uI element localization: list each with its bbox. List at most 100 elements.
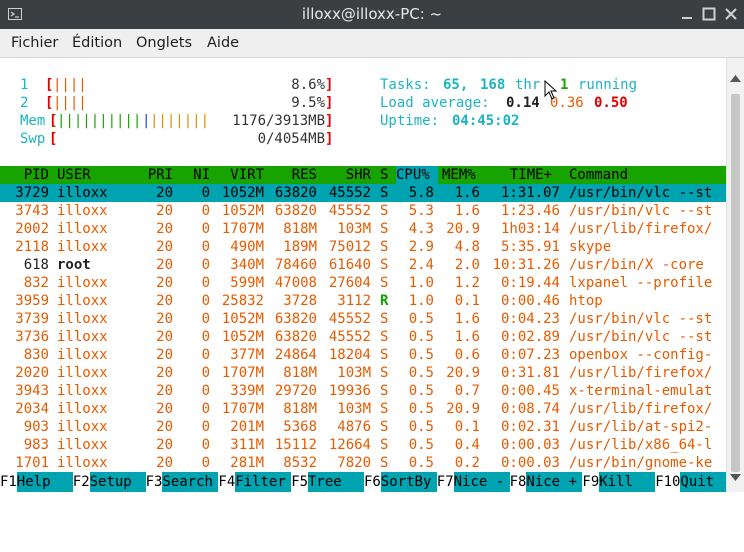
table-row[interactable]: 2034 illoxx 20 0 1707M 818M 103M S 0.5 20.9 0:08.7… xyxy=(0,400,726,418)
menu-fichier[interactable]: Fichier xyxy=(11,29,58,57)
fkey-f7[interactable]: F7 xyxy=(437,472,454,492)
fkey-f1[interactable]: F1 xyxy=(0,472,17,492)
load-label: Load average: xyxy=(380,95,490,111)
cell-res: 63820 xyxy=(274,311,317,327)
cell-cmd: /usr/lib/firefox/ xyxy=(569,401,713,417)
cell-pid: 903 xyxy=(23,419,49,435)
scrollbar-thumb[interactable] xyxy=(731,94,740,472)
cell-mem: 0.1 xyxy=(454,293,480,309)
table-row[interactable]: 1701 illoxx 20 0 281M 8532 7820 S 0.5 0.2 0:00.03 /… xyxy=(0,454,726,472)
cell-cmd: lxpanel --profile xyxy=(569,275,713,291)
col-pri[interactable]: PRI xyxy=(148,166,173,184)
cell-res: 63820 xyxy=(274,203,317,219)
scroll-up-arrow-icon[interactable] xyxy=(730,74,741,82)
fkey-f3-label[interactable]: Search xyxy=(162,472,219,492)
table-row[interactable]: 3743 illoxx 20 0 1052M 63820 45552 S 5.3 1.6 1:23.… xyxy=(0,202,726,220)
col-user[interactable]: USER xyxy=(57,166,91,184)
cell-user: root xyxy=(57,257,91,273)
terminal-area[interactable]: 1 [ |||| 8.6% ] 2 [ |||| 9.5% ] Mem [ ||… xyxy=(0,58,731,492)
cell-res: 15112 xyxy=(274,437,317,453)
table-row[interactable]: 830 illoxx 20 0 377M 24864 18204 S 0.5 0.6 0:07.23… xyxy=(0,346,726,364)
cell-mem: 0.7 xyxy=(454,383,480,399)
minimize-icon[interactable] xyxy=(680,7,694,21)
col-command[interactable]: Command xyxy=(569,166,628,184)
fkey-f7-label[interactable]: Nice - xyxy=(453,472,510,492)
fkey-f10-label[interactable]: Quit xyxy=(680,472,731,492)
table-row[interactable]: 903 illoxx 20 0 201M 5368 4876 S 0.5 0.1 0:02.31/u… xyxy=(0,418,726,436)
table-row[interactable]: 3729 illoxx 20 0 1052M 63820 45552 S 5.8 1.6 1:31.… xyxy=(0,184,726,202)
col-virt[interactable]: VIRT xyxy=(230,166,264,184)
cell-res: 24864 xyxy=(274,347,317,363)
col-pid[interactable]: PID xyxy=(24,166,49,184)
col-time[interactable]: TIME+ xyxy=(510,166,552,184)
cell-user: illoxx xyxy=(57,221,108,237)
cell-s: S xyxy=(380,401,389,417)
running-label: running xyxy=(578,77,638,93)
cell-cpu: 1.0 xyxy=(408,275,434,291)
fkey-f9[interactable]: F9 xyxy=(582,472,599,492)
fkey-f1-label[interactable]: Help xyxy=(16,472,73,492)
col-mem[interactable]: MEM% xyxy=(442,166,476,184)
table-row[interactable]: 983 illoxx 20 0 311M 15112 12664 S 0.5 0.4 0:00.03… xyxy=(0,436,726,454)
fkey-f6-label[interactable]: SortBy xyxy=(380,472,437,492)
cell-s: S xyxy=(380,257,389,273)
fkey-f8-label[interactable]: Nice + xyxy=(526,472,583,492)
col-res[interactable]: RES xyxy=(292,166,317,184)
cell-cpu: 0.5 xyxy=(408,455,434,471)
cell-time: 1:31.07 xyxy=(500,185,560,201)
fkey-f9-label[interactable]: Kill xyxy=(599,472,656,492)
cell-time: 0:04.23 xyxy=(500,311,560,327)
cell-cpu: 0.5 xyxy=(408,311,434,327)
table-row[interactable]: 832 illoxx 20 0 599M 47008 27604 S 1.0 1.2 0:19.44… xyxy=(0,274,726,292)
cell-virt: 599M xyxy=(230,275,264,291)
cell-virt: 1052M xyxy=(221,329,264,345)
cell-res: 189M xyxy=(283,239,317,255)
maximize-icon[interactable] xyxy=(702,7,716,21)
cell-virt: 311M xyxy=(230,437,264,453)
col-cpu-sorted[interactable]: CPU% xyxy=(396,166,438,184)
fkey-f5-label[interactable]: Tree xyxy=(308,472,364,492)
table-row[interactable]: 2020 illoxx 20 0 1707M 818M 103M S 0.5 20.9 0:31.8… xyxy=(0,364,726,382)
cell-s: S xyxy=(380,203,389,219)
fkey-f3[interactable]: F3 xyxy=(146,472,163,492)
vertical-scrollbar[interactable] xyxy=(726,58,744,492)
col-ni[interactable]: NI xyxy=(193,166,210,184)
cell-pid: 2020 xyxy=(15,365,49,381)
fkey-f4[interactable]: F4 xyxy=(218,472,235,492)
fkey-f5[interactable]: F5 xyxy=(291,472,308,492)
cell-user: illoxx xyxy=(57,311,108,327)
cell-pid: 983 xyxy=(23,437,49,453)
table-row[interactable]: 3736 illoxx 20 0 1052M 63820 45552 S 0.5 1.6 0:02.… xyxy=(0,328,726,346)
table-row[interactable]: 3739 illoxx 20 0 1052M 63820 45552 S 0.5 1.6 0:04.… xyxy=(0,310,726,328)
col-shr[interactable]: SHR xyxy=(346,166,371,184)
cell-user: illoxx xyxy=(57,383,108,399)
cell-shr: 12664 xyxy=(328,437,371,453)
scroll-down-arrow-icon[interactable] xyxy=(730,474,741,482)
menu-edition[interactable]: Édition xyxy=(72,29,122,57)
cell-user: illoxx xyxy=(57,401,108,417)
cell-virt: 1707M xyxy=(221,221,264,237)
cell-mem: 1.6 xyxy=(454,203,480,219)
table-row[interactable]: 3959 illoxx 20 0 25832 3728 3112 R 1.0 0.1 0:00.46… xyxy=(0,292,726,310)
menu-onglets[interactable]: Onglets xyxy=(136,29,192,57)
fkey-f4-label[interactable]: Filter xyxy=(235,472,292,492)
cell-virt: 377M xyxy=(230,347,264,363)
cell-pri: 20 xyxy=(156,437,173,453)
cell-shr: 61640 xyxy=(328,257,371,273)
table-row[interactable]: 2118 illoxx 20 0 490M 189M 75012 S 2.9 4.8 5:35.91… xyxy=(0,238,726,256)
fkey-f10[interactable]: F10 xyxy=(655,472,680,492)
cell-res: 63820 xyxy=(274,329,317,345)
table-row[interactable]: 618 root 20 0 340M 78460 61640 S 2.4 2.0 10:31.26 /… xyxy=(0,256,726,274)
menu-aide[interactable]: Aide xyxy=(207,29,239,57)
fkey-f2[interactable]: F2 xyxy=(73,472,90,492)
table-row[interactable]: 3943 illoxx 20 0 339M 29720 19936 S 0.5 0.7 0:00.4… xyxy=(0,382,726,400)
fkey-f8[interactable]: F8 xyxy=(510,472,527,492)
fkey-f6[interactable]: F6 xyxy=(364,472,381,492)
fkey-f2-label[interactable]: Setup xyxy=(89,472,146,492)
col-state[interactable]: S xyxy=(380,166,388,184)
table-row[interactable]: 2002 illoxx 20 0 1707M 818M 103M S 4.3 20.9 1h03:1… xyxy=(0,220,726,238)
cell-s: S xyxy=(380,329,389,345)
cell-mem: 0.4 xyxy=(454,437,480,453)
close-icon[interactable] xyxy=(724,7,738,21)
cell-user: illoxx xyxy=(57,437,108,453)
